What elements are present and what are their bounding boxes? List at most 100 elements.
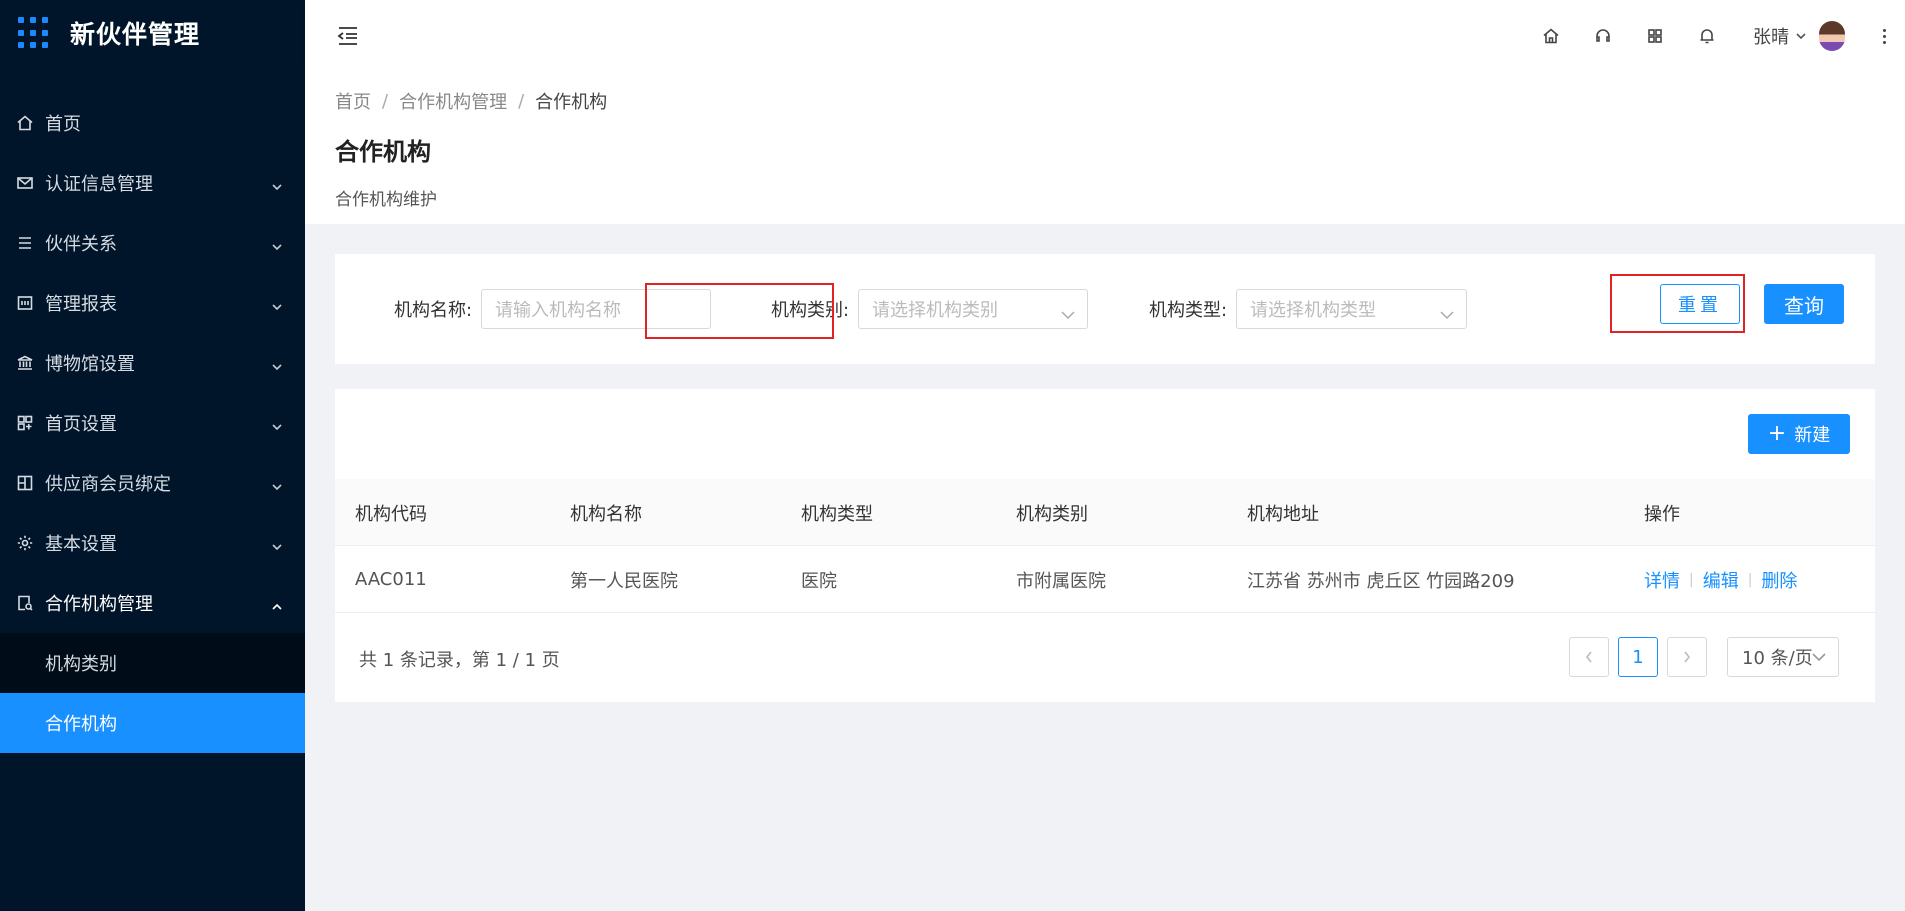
sidebar-item-basic-settings[interactable]: 基本设置: [0, 513, 305, 573]
sidebar-item-partner-org-management[interactable]: 合作机构管理: [0, 573, 305, 633]
cell-org-code: AAC011: [355, 569, 427, 590]
detail-link[interactable]: 详情: [1644, 567, 1680, 593]
home-icon[interactable]: [1539, 24, 1563, 48]
user-name: 张晴: [1753, 27, 1789, 48]
column-header: 机构地址: [1247, 503, 1319, 525]
highlight-box: [645, 283, 834, 339]
new-button-label: 新建: [1794, 425, 1831, 446]
breadcrumb: 首页 / 合作机构管理 / 合作机构: [335, 88, 1905, 114]
sidebar-item-partner-org[interactable]: 合作机构: [0, 693, 305, 753]
org-type-select[interactable]: 请选择机构类型: [1236, 289, 1467, 329]
column-header: 机构类型: [801, 503, 873, 525]
plus-icon: +: [1767, 421, 1787, 446]
app-title: 新伙伴管理: [70, 20, 201, 49]
org-category-select[interactable]: 请选择机构类别: [858, 289, 1088, 329]
table-panel: + 新建 机构代码 机构名称 机构类型 机构类别 机构地址 操作 AAC011 …: [335, 389, 1875, 702]
bind-icon: [15, 473, 35, 493]
sidebar-item-partners[interactable]: 伙伴关系: [0, 213, 305, 273]
breadcrumb-separator: /: [518, 90, 525, 112]
highlight-box: [1610, 274, 1745, 333]
breadcrumb-item-home[interactable]: 首页: [335, 88, 371, 114]
delete-link[interactable]: 删除: [1761, 567, 1797, 593]
gear-icon: [15, 533, 35, 553]
chevron-down-icon: [271, 237, 283, 251]
layout-icon: [15, 413, 35, 433]
sidebar-item-certification[interactable]: 认证信息管理: [0, 153, 305, 213]
chevron-down-icon: [271, 477, 283, 491]
bell-icon[interactable]: [1695, 24, 1719, 48]
column-header: 机构类别: [1016, 503, 1088, 525]
chevron-left-icon: [1585, 651, 1592, 663]
chevron-down-icon: [1440, 304, 1454, 320]
org-type-placeholder: 请选择机构类型: [1250, 300, 1376, 321]
brand: 新伙伴管理: [0, 0, 305, 66]
row-actions: 详情 | 编辑 | 删除: [1644, 546, 1797, 613]
sidebar: 新伙伴管理 首页 认证信息管理 伙伴关系 管理报表 博物馆设置 首页设置 供应商…: [0, 0, 305, 911]
table-row: AAC011 第一人民医院 医院 市附属医院 江苏省 苏州市 虎丘区 竹园路20…: [335, 546, 1875, 613]
list-icon: [15, 233, 35, 253]
mail-icon: [15, 173, 35, 193]
sidebar-item-label: 博物馆设置: [45, 354, 135, 375]
menu-fold-icon[interactable]: [335, 23, 361, 49]
sidebar-item-label: 伙伴关系: [45, 234, 117, 255]
header-actions: 张晴: [1511, 0, 1887, 72]
new-button[interactable]: + 新建: [1748, 414, 1850, 454]
cell-org-category: 市附属医院: [1016, 570, 1106, 592]
side-menu: 首页 认证信息管理 伙伴关系 管理报表 博物馆设置 首页设置 供应商会员绑定 基…: [0, 93, 305, 753]
headset-icon[interactable]: [1591, 24, 1615, 48]
chevron-down-icon: [1061, 304, 1075, 320]
more-vertical-icon[interactable]: [1881, 28, 1887, 44]
sidebar-item-label: 认证信息管理: [45, 174, 153, 195]
action-divider: |: [1747, 571, 1753, 588]
next-page-button[interactable]: [1667, 637, 1707, 677]
page-size-select[interactable]: 10 条/页: [1727, 637, 1839, 677]
sidebar-item-label: 首页: [45, 114, 81, 135]
cell-org-name: 第一人民医院: [570, 570, 678, 592]
sidebar-item-homepage-settings[interactable]: 首页设置: [0, 393, 305, 453]
page-header: 首页 / 合作机构管理 / 合作机构 合作机构 合作机构维护: [305, 72, 1905, 224]
column-header: 操作: [1644, 503, 1680, 525]
org-icon: [15, 593, 35, 613]
org-type-label: 机构类型:: [1149, 300, 1228, 321]
sidebar-item-label: 合作机构管理: [45, 594, 153, 615]
chevron-down-icon: [1789, 26, 1807, 47]
sidebar-item-label: 供应商会员绑定: [45, 474, 171, 495]
org-category-placeholder: 请选择机构类别: [872, 300, 998, 321]
apps-grid-icon: [18, 17, 50, 49]
chevron-down-icon: [271, 297, 283, 311]
query-button[interactable]: 查询: [1764, 284, 1844, 324]
cell-org-type: 医院: [801, 570, 837, 592]
sidebar-item-org-category[interactable]: 机构类别: [0, 633, 305, 693]
home-icon: [15, 113, 35, 133]
breadcrumb-item-org-management[interactable]: 合作机构管理: [399, 88, 507, 114]
avatar: [1819, 21, 1845, 51]
prev-page-button[interactable]: [1569, 637, 1609, 677]
sidebar-item-supplier-binding[interactable]: 供应商会员绑定: [0, 453, 305, 513]
page-size-value: 10 条/页: [1742, 648, 1813, 669]
chevron-down-icon: [271, 177, 283, 191]
breadcrumb-separator: /: [382, 90, 389, 112]
sidebar-item-museum[interactable]: 博物馆设置: [0, 333, 305, 393]
chevron-right-icon: [1684, 651, 1691, 663]
report-icon: [15, 293, 35, 313]
chevron-down-icon: [271, 537, 283, 551]
submenu-partner-org: 机构类别 合作机构: [0, 633, 305, 753]
apps-icon[interactable]: [1643, 24, 1667, 48]
edit-link[interactable]: 编辑: [1703, 567, 1739, 593]
sidebar-item-home[interactable]: 首页: [0, 93, 305, 153]
column-header: 机构名称: [570, 503, 642, 525]
column-header: 机构代码: [355, 503, 427, 525]
chevron-down-icon: [1812, 653, 1826, 662]
sidebar-item-reports[interactable]: 管理报表: [0, 273, 305, 333]
cell-org-address: 江苏省 苏州市 虎丘区 竹园路209: [1247, 570, 1515, 592]
museum-icon: [15, 353, 35, 373]
page-button[interactable]: 1: [1618, 637, 1658, 677]
breadcrumb-item-current: 合作机构: [535, 92, 608, 113]
sidebar-item-label: 首页设置: [45, 414, 117, 435]
page-description: 合作机构维护: [335, 190, 437, 210]
top-header: 张晴: [305, 0, 1905, 72]
sidebar-item-label: 管理报表: [45, 294, 117, 315]
org-name-placeholder: 请输入机构名称: [495, 300, 621, 321]
action-divider: |: [1689, 571, 1694, 588]
user-menu[interactable]: 张晴: [1753, 21, 1845, 51]
